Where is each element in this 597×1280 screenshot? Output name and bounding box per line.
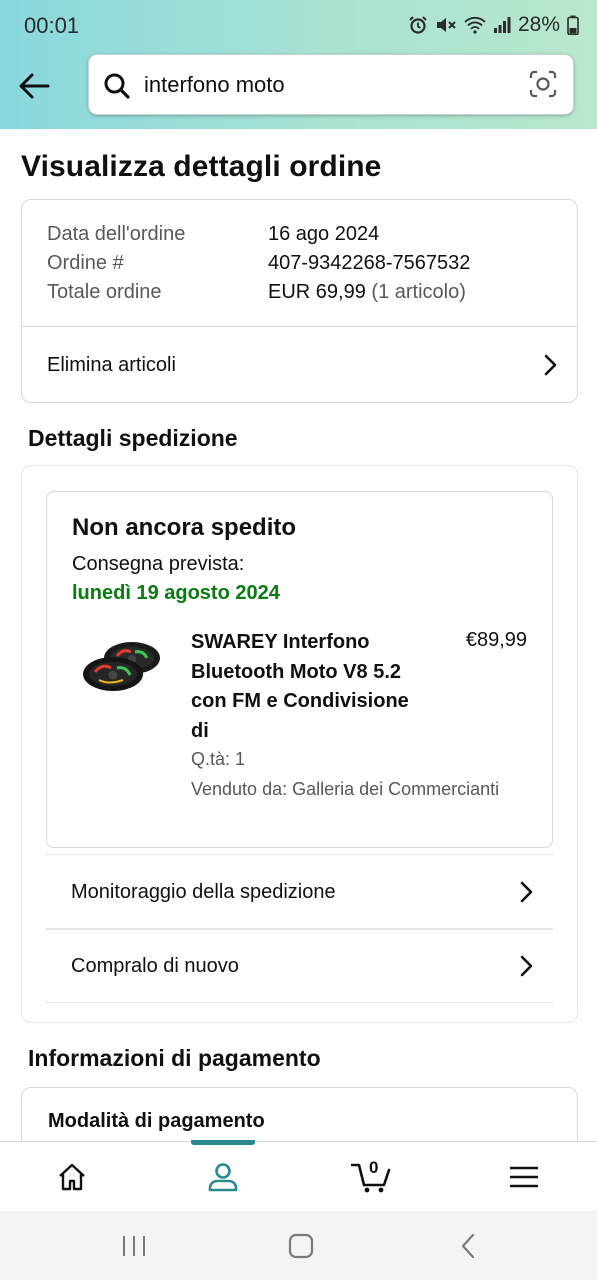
order-date-label: Data dell'ordine — [47, 223, 186, 245]
shipping-section-title: Dettagli spedizione — [28, 425, 238, 451]
cart-count: 0 — [369, 1158, 379, 1177]
shipment-box: Non ancora spedito Consegna prevista: lu… — [46, 491, 553, 848]
battery-icon — [567, 15, 579, 35]
divider — [46, 1002, 553, 1003]
buy-again-row[interactable]: Compralo di nuovo — [71, 930, 533, 1002]
order-total-items: (1 articolo) — [371, 281, 466, 303]
product-quantity: Q.tà: 1 — [191, 749, 246, 769]
back-system-button[interactable] — [448, 1229, 488, 1263]
home-square-icon — [288, 1233, 314, 1259]
order-total-label: Totale ordine — [47, 281, 162, 303]
home-icon — [59, 1163, 85, 1191]
chevron-right-icon — [520, 955, 533, 977]
search-bar[interactable]: interfono moto — [88, 54, 574, 115]
wifi-icon — [464, 16, 486, 34]
page-title: Visualizza dettagli ordine — [21, 150, 382, 183]
back-arrow-icon — [19, 73, 50, 99]
home-system-button[interactable] — [281, 1229, 321, 1263]
mute-icon — [436, 18, 456, 32]
nav-home[interactable] — [32, 1142, 112, 1212]
header: 00:01 28% interfono moto — [0, 0, 597, 129]
account-icon — [208, 1163, 238, 1192]
bottom-nav: 0 — [0, 1140, 597, 1212]
product-price: €89,99 — [465, 629, 527, 651]
buy-again-label: Compralo di nuovo — [71, 954, 239, 977]
system-nav-bar — [0, 1211, 597, 1280]
delete-items-row[interactable]: Elimina articoli — [47, 327, 557, 403]
status-bar: 00:01 28% — [0, 0, 597, 52]
battery-percent: 28% — [517, 13, 560, 36]
back-chevron-icon — [461, 1233, 475, 1259]
payment-section-title: Informazioni di pagamento — [28, 1045, 321, 1071]
order-total-amount: EUR 69,99 — [268, 281, 366, 303]
nav-cart[interactable]: 0 — [332, 1142, 412, 1212]
product-image[interactable] — [77, 632, 165, 702]
chevron-right-icon — [544, 354, 557, 376]
shipment-status: Non ancora spedito — [72, 514, 297, 541]
expected-delivery-label: Consegna prevista: — [72, 553, 245, 575]
nav-menu[interactable] — [484, 1142, 564, 1212]
delete-items-label: Elimina articoli — [47, 353, 176, 376]
search-input[interactable]: interfono moto — [144, 72, 285, 98]
recent-apps-icon — [123, 1236, 145, 1256]
search-icon[interactable] — [103, 72, 131, 100]
menu-icon — [510, 1166, 538, 1188]
chevron-right-icon — [520, 881, 533, 903]
order-number-value: 407-9342268-7567532 — [268, 252, 471, 274]
camera-scan-icon[interactable] — [529, 70, 557, 98]
order-summary-card: Data dell'ordine 16 ago 2024 Ordine # 40… — [21, 199, 578, 403]
track-shipment-row[interactable]: Monitoraggio della spedizione — [71, 856, 533, 928]
alarm-icon — [409, 16, 427, 34]
product-seller: Venduto da: Galleria dei Commercianti — [191, 779, 500, 799]
product-title[interactable]: SWAREY Interfono Bluetooth Moto V8 5.2 c… — [191, 628, 411, 746]
expected-delivery-date: lunedì 19 agosto 2024 — [72, 582, 280, 604]
divider — [46, 854, 553, 855]
status-time: 00:01 — [24, 13, 80, 38]
recent-apps-button[interactable] — [114, 1229, 154, 1263]
order-total-value: EUR 69,99 (1 articolo) — [268, 281, 466, 304]
signal-icon — [493, 17, 511, 33]
track-shipment-label: Monitoraggio della spedizione — [71, 880, 336, 903]
back-button[interactable] — [14, 66, 54, 106]
status-icons: 28% — [408, 13, 579, 37]
order-number-label: Ordine # — [47, 252, 124, 274]
payment-method-label: Modalità di pagamento — [48, 1110, 265, 1132]
shipping-card: Non ancora spedito Consegna prevista: lu… — [21, 465, 578, 1023]
nav-account[interactable] — [183, 1142, 263, 1212]
order-date-value: 16 ago 2024 — [268, 223, 380, 245]
